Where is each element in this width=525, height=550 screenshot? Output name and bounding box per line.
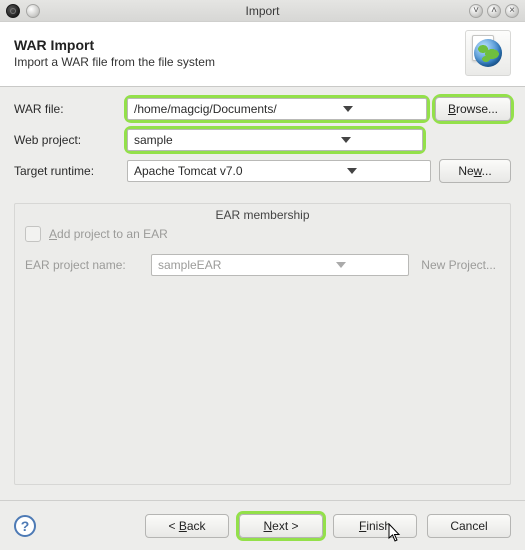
ear-membership-group: EAR membership Add project to an EAR EAR… — [14, 203, 511, 485]
back-button[interactable]: < Back — [145, 514, 229, 538]
titlebar-button[interactable] — [26, 4, 40, 18]
wizard-footer: ? < Back Next > Finish Cancel — [0, 500, 525, 550]
new-runtime-button[interactable]: New... — [439, 159, 511, 183]
web-project-label: Web project: — [14, 133, 119, 147]
minimize-icon[interactable]: ˅ — [469, 4, 483, 18]
banner-subheading: Import a WAR file from the file system — [14, 55, 465, 69]
form-area: WAR file: /home/magcig/Documents/sample.… — [0, 87, 525, 195]
ear-membership-title: EAR membership — [15, 208, 510, 222]
titlebar: Import ˅ ˄ × — [0, 0, 525, 22]
wizard-banner: WAR Import Import a WAR file from the fi… — [0, 22, 525, 87]
maximize-icon[interactable]: ˄ — [487, 4, 501, 18]
help-icon[interactable]: ? — [14, 515, 36, 537]
add-to-ear-label: Add project to an EAR — [49, 227, 168, 241]
target-runtime-value: Apache Tomcat v7.0 — [134, 164, 279, 178]
web-project-value: sample — [134, 133, 275, 147]
ear-project-name-value: sampleEAR — [158, 258, 280, 272]
ear-project-name-label: EAR project name: — [25, 258, 143, 272]
browse-button[interactable]: Browse... — [435, 97, 511, 121]
ear-project-name-combo: sampleEAR — [151, 254, 409, 276]
web-project-combo[interactable]: sample — [127, 129, 423, 151]
banner-heading: WAR Import — [14, 37, 465, 53]
chevron-down-icon — [280, 262, 402, 268]
window-title: Import — [0, 4, 525, 18]
chevron-down-icon — [279, 168, 424, 174]
war-file-label: WAR file: — [14, 102, 119, 116]
war-import-icon — [465, 30, 511, 76]
chevron-down-icon — [277, 106, 420, 112]
cancel-button[interactable]: Cancel — [427, 514, 511, 538]
war-file-combo[interactable]: /home/magcig/Documents/sample.war — [127, 98, 427, 120]
browse-label-rest: rowse... — [456, 102, 498, 116]
add-to-ear-checkbox[interactable] — [25, 226, 41, 242]
next-button[interactable]: Next > — [239, 514, 323, 538]
war-file-value: /home/magcig/Documents/sample.war — [134, 102, 277, 116]
new-project-button: New Project... — [417, 258, 500, 272]
close-icon[interactable]: × — [505, 4, 519, 18]
chevron-down-icon — [275, 137, 416, 143]
finish-button[interactable]: Finish — [333, 514, 417, 538]
app-menu-icon[interactable] — [6, 4, 20, 18]
target-runtime-combo[interactable]: Apache Tomcat v7.0 — [127, 160, 431, 182]
target-runtime-label: Target runtime: — [14, 164, 119, 178]
